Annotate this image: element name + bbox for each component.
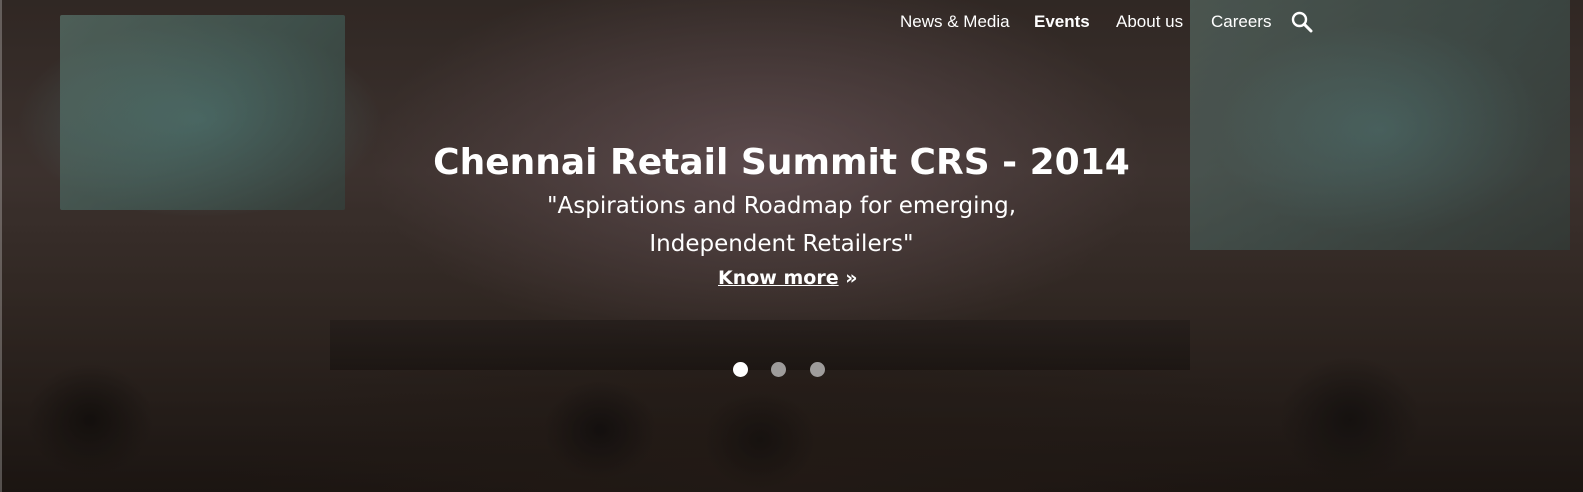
search-icon[interactable]	[1291, 11, 1313, 33]
know-more-link[interactable]: Know more »	[718, 264, 857, 292]
hero-banner: News & Media Events About us Careers Che…	[0, 0, 1583, 492]
carousel-dot-2[interactable]	[771, 362, 786, 377]
slide-subtitle: "Aspirations and Roadmap for emerging, I…	[0, 187, 1573, 263]
double-chevron-right-icon: »	[845, 267, 858, 289]
slide-subtitle-line-1: "Aspirations and Roadmap for emerging,	[546, 193, 1017, 219]
nav-events[interactable]: Events	[1034, 10, 1090, 34]
carousel-dot-3[interactable]	[810, 362, 825, 377]
slide-subtitle-line-2: Independent Retailers"	[649, 231, 914, 257]
know-more-label[interactable]: Know more	[718, 267, 839, 289]
nav-news-media[interactable]: News & Media	[900, 10, 1010, 34]
top-navigation: News & Media Events About us Careers	[0, 10, 1583, 34]
carousel-dot-1[interactable]	[733, 362, 748, 377]
slide-title: Chennai Retail Summit CRS - 2014	[433, 142, 1130, 183]
nav-about-us[interactable]: About us	[1116, 10, 1183, 34]
nav-careers[interactable]: Careers	[1211, 10, 1271, 34]
